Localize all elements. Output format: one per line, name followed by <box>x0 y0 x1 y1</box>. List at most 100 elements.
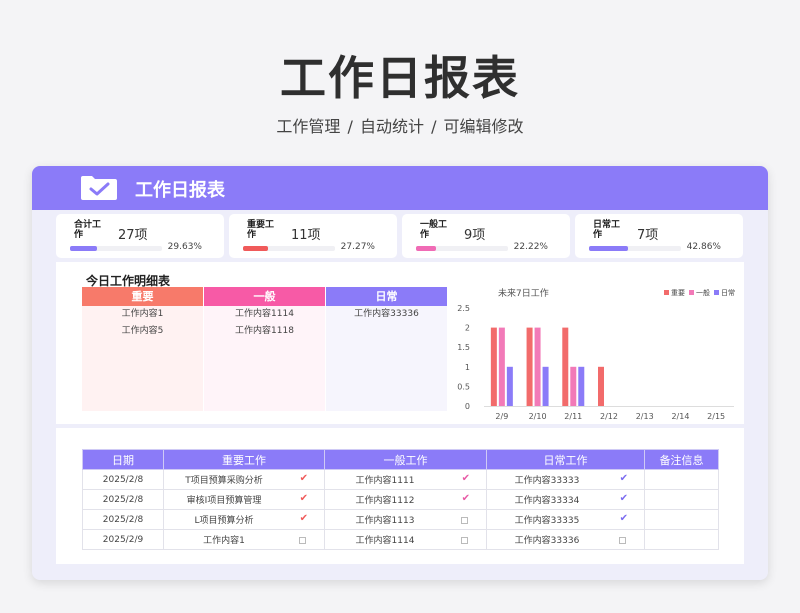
y-tick-label: 0 <box>465 402 470 411</box>
bar-daily <box>578 366 585 406</box>
cell-general: 工作内容1114 <box>324 529 487 550</box>
x-tick-label: 2/13 <box>636 412 654 420</box>
cell-general: 工作内容1111 ✔ <box>324 469 487 490</box>
table-header-row: 日期 重要工作 一般工作 日常工作 备注信息 <box>82 449 719 470</box>
bar-important <box>526 327 533 406</box>
stat-percent: 22.22% <box>513 242 548 252</box>
card-title: 工作日报表 <box>135 180 225 201</box>
cell-note <box>644 509 719 530</box>
bar-general <box>570 366 577 406</box>
stat-progress-track <box>416 246 508 251</box>
task-text: T项目预算采购分析 <box>185 476 263 486</box>
table-row: 2025/2/9 工作内容1 工作内容1114 工作内容33336 <box>82 529 719 550</box>
stat-card-daily: 日常工作 7项 42.86% <box>575 214 743 258</box>
work-log-table: 日期 重要工作 一般工作 日常工作 备注信息 2025/2/8 T项目预算采购分析… <box>82 449 719 550</box>
detail-column-header: 一般 <box>204 287 325 306</box>
column-header-daily: 日常工作 <box>486 449 645 470</box>
stat-percent: 42.86% <box>686 242 721 252</box>
legend-swatch <box>714 290 719 295</box>
bar-daily <box>542 366 549 406</box>
page-subtitle: 工作管理 / 自动统计 / 可编辑修改 <box>276 117 524 136</box>
checkbox-empty-icon[interactable] <box>619 537 626 544</box>
detail-item: 工作内容1114 <box>235 309 294 319</box>
task-text: 工作内容33336 <box>514 536 580 546</box>
cell-general: 工作内容1112 ✔ <box>324 489 487 510</box>
detail-column-header: 重要 <box>82 287 203 306</box>
table-row: 2025/2/8 L项目预算分析 ✔ 工作内容1113 工作内容33335 ✔ <box>82 509 719 530</box>
stat-label: 重要工作 <box>247 220 275 240</box>
stat-progress-fill <box>589 246 629 251</box>
task-text: L项目预算分析 <box>194 516 254 526</box>
legend-swatch <box>689 290 694 295</box>
stat-progress-track <box>243 246 335 251</box>
stat-card-general: 一般工作 9项 22.22% <box>402 214 570 258</box>
detail-item: 工作内容1118 <box>235 326 294 336</box>
checkbox-empty-icon[interactable] <box>299 537 306 544</box>
detail-column-important: 重要 工作内容1 工作内容5 <box>82 287 203 411</box>
detail-column-daily: 日常 工作内容33336 <box>326 287 447 411</box>
stat-card-important: 重要工作 11项 27.27% <box>229 214 397 258</box>
checkbox-empty-icon[interactable] <box>461 517 468 524</box>
x-tick-label: 2/12 <box>600 412 618 420</box>
stat-count: 11项 <box>291 228 321 243</box>
x-tick-label: 2/10 <box>529 412 547 420</box>
detail-item: 工作内容5 <box>121 326 164 336</box>
bar-general <box>498 327 505 406</box>
stat-progress-track <box>589 246 681 251</box>
checkmark-icon[interactable]: ✔ <box>620 513 628 524</box>
stat-label: 合计工作 <box>74 220 102 240</box>
checkmark-icon[interactable]: ✔ <box>300 473 308 484</box>
cell-important: 工作内容1 <box>163 529 325 550</box>
x-tick-label: 2/9 <box>495 412 508 420</box>
x-tick-label: 2/11 <box>564 412 582 420</box>
chart-title: 未来7日工作 <box>498 287 549 299</box>
bar-daily <box>506 366 513 406</box>
stat-percent: 27.27% <box>340 242 375 252</box>
cell-date: 2025/2/8 <box>82 469 164 490</box>
checkmark-icon[interactable]: ✔ <box>620 493 628 504</box>
checkmark-icon[interactable]: ✔ <box>300 513 308 524</box>
task-text: 工作内容1113 <box>355 516 415 526</box>
y-tick-label: 2.5 <box>457 304 470 313</box>
stat-progress-fill <box>416 246 437 251</box>
legend-swatch <box>664 290 669 295</box>
stat-count: 27项 <box>118 228 148 243</box>
bar-important <box>490 327 497 406</box>
task-text: 工作内容33335 <box>514 516 580 526</box>
stat-count: 7项 <box>637 228 659 243</box>
cell-date: 2025/2/9 <box>82 529 164 550</box>
task-text: 工作内容1 <box>203 536 245 546</box>
cell-daily: 工作内容33335 ✔ <box>486 509 645 530</box>
detail-column-general: 一般 工作内容1114 工作内容1118 <box>204 287 325 411</box>
checkmark-icon[interactable]: ✔ <box>620 473 628 484</box>
cell-daily: 工作内容33333 ✔ <box>486 469 645 490</box>
y-tick-label: 1.5 <box>457 343 470 352</box>
cell-note <box>644 469 719 490</box>
task-text: 工作内容33334 <box>514 496 580 506</box>
stat-progress-fill <box>70 246 98 251</box>
stat-label: 一般工作 <box>420 220 448 240</box>
cell-daily: 工作内容33336 <box>486 529 645 550</box>
checkmark-icon[interactable]: ✔ <box>462 473 470 484</box>
cell-important: T项目预算采购分析 ✔ <box>163 469 325 490</box>
checkmark-icon[interactable]: ✔ <box>462 493 470 504</box>
task-text: 工作内容33333 <box>514 476 580 486</box>
table-row: 2025/2/8 审核I项目预算管理 ✔ 工作内容1112 ✔ 工作内容33334 ✔ <box>82 489 719 510</box>
checkbox-empty-icon[interactable] <box>461 537 468 544</box>
page-title: 工作日报表 <box>280 51 520 105</box>
detail-item: 工作内容33336 <box>354 309 419 319</box>
cell-date: 2025/2/8 <box>82 509 164 530</box>
stat-label: 日常工作 <box>593 220 621 240</box>
folder-check-icon <box>81 176 117 200</box>
stat-percent: 29.63% <box>167 242 202 252</box>
cell-daily: 工作内容33334 ✔ <box>486 489 645 510</box>
checkmark-icon[interactable]: ✔ <box>300 493 308 504</box>
column-header-general: 一般工作 <box>324 449 487 470</box>
task-text: 工作内容1111 <box>355 476 415 486</box>
bar-important <box>598 366 604 406</box>
detail-column-header: 日常 <box>326 287 447 306</box>
report-card: 工作日报表 合计工作 27项 29.63% 重要工作 11项 27.27% 一般… <box>32 166 768 580</box>
task-text: 工作内容1112 <box>355 496 415 506</box>
column-header-note: 备注信息 <box>644 449 719 470</box>
stat-progress-track <box>70 246 162 251</box>
